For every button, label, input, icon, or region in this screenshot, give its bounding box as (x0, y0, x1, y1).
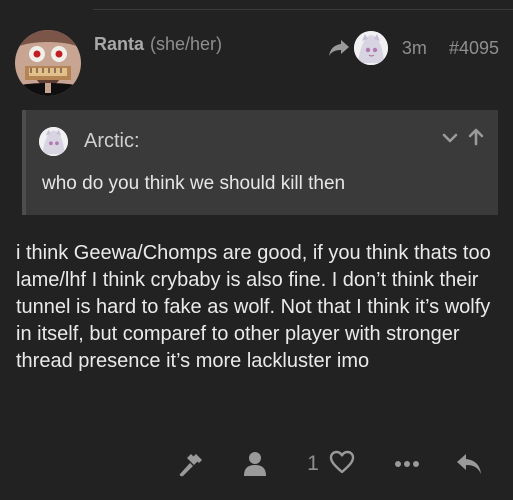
chevron-down-icon[interactable] (442, 131, 458, 149)
post-body: i think Geewa/Chomps are good, if you th… (16, 240, 506, 375)
quote-username[interactable]: Arctic: (84, 130, 140, 153)
user-icon[interactable] (242, 450, 268, 478)
ellipsis-icon[interactable] (392, 450, 422, 478)
post-actions: 1 (0, 442, 513, 486)
quote-header: Arctic: (39, 124, 140, 158)
post-number[interactable]: #4095 (449, 38, 499, 59)
divider (93, 9, 513, 10)
like-button[interactable]: 1 (300, 450, 362, 478)
hammer-icon[interactable] (178, 450, 206, 478)
quote-block: Arctic: who do you think we should kill … (22, 110, 498, 215)
quote-text: who do you think we should kill then (42, 173, 346, 194)
post-header: Ranta (she/her) (94, 32, 222, 56)
arrow-up-icon[interactable] (468, 128, 484, 151)
post-body-text: i think Geewa/Chomps are good, if you th… (16, 242, 491, 372)
heart-icon[interactable] (329, 450, 355, 479)
quote-bar (22, 110, 26, 215)
quote-avatar[interactable] (39, 126, 68, 156)
quote-controls (442, 128, 484, 151)
username[interactable]: Ranta (94, 34, 144, 55)
share-arrow-icon[interactable] (328, 39, 350, 57)
reply-icon[interactable] (454, 450, 484, 478)
like-count: 1 (307, 452, 319, 475)
user-pronouns: (she/her) (150, 33, 223, 54)
post-timestamp[interactable]: 3m (402, 38, 427, 59)
reply-to-avatar[interactable] (353, 31, 388, 65)
reply-info: 3m #4095 (328, 30, 499, 66)
post: Ranta (she/her) 3m #4095 Arctic: who do … (0, 0, 513, 500)
author-avatar[interactable] (15, 30, 81, 96)
